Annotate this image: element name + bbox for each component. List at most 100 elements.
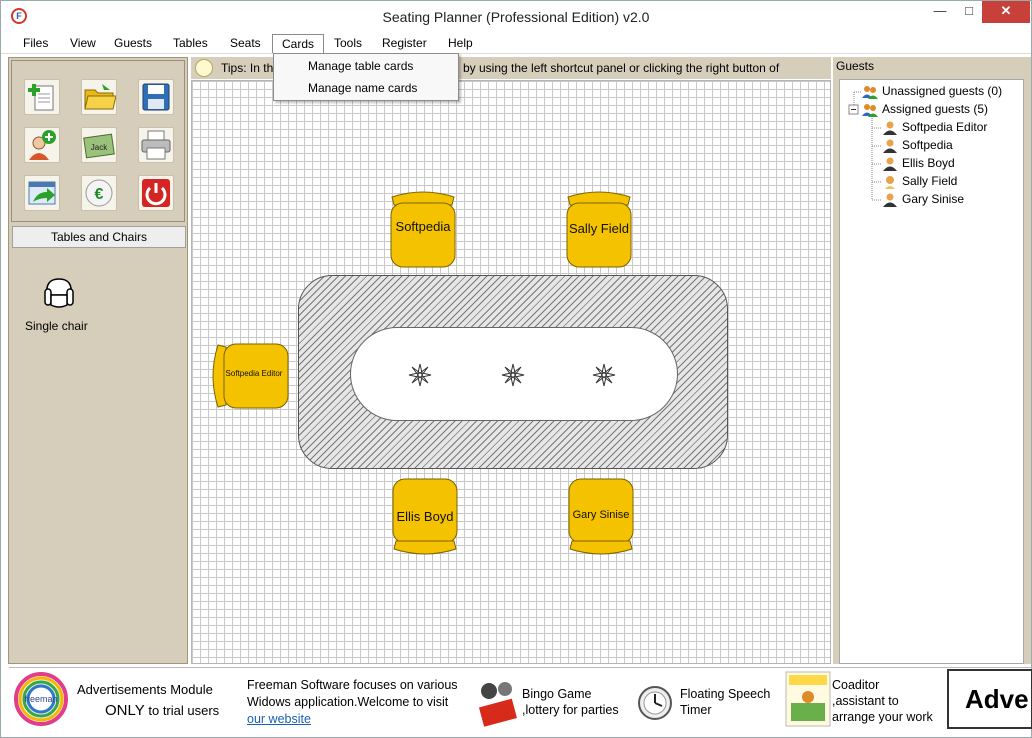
add-guest-button[interactable] <box>24 127 60 163</box>
group-icon <box>862 103 878 117</box>
menu-manage-name-cards[interactable]: Manage name cards <box>308 81 417 95</box>
ad-module-title: Advertisements Module <box>77 682 213 697</box>
person-female-icon <box>885 175 895 189</box>
ad-description: Freeman Software focuses on various Wido… <box>247 678 458 728</box>
shortcut-toolbox: Jack € <box>11 60 185 222</box>
ad-module-subtitle: ONLY to trial users <box>105 702 220 719</box>
guest-name: Gary Sinise <box>902 192 965 206</box>
table-decoration-icon <box>408 363 432 387</box>
single-chair-label[interactable]: Single chair <box>25 319 88 333</box>
tree-guest[interactable]: Softpedia Editor <box>882 120 987 135</box>
printer-icon <box>141 130 171 160</box>
exit-button[interactable] <box>138 175 174 211</box>
tips-text-end: by using the left shortcut panel or clic… <box>463 61 780 75</box>
menu-manage-table-cards[interactable]: Manage table cards <box>308 59 413 73</box>
chair-sally-field[interactable]: Sally Field <box>564 189 634 269</box>
menu-files[interactable]: Files <box>14 34 57 53</box>
open-file-button[interactable] <box>81 79 117 115</box>
print-button[interactable] <box>138 127 174 163</box>
ad-floating-speech-timer[interactable]: Floating Speech Timer <box>680 686 770 718</box>
guest-name: Softpedia Editor <box>902 120 988 134</box>
title-bar: F Seating Planner (Professional Edition)… <box>1 1 1031 32</box>
tree-group-unassigned[interactable]: Unassigned guests (0) <box>862 84 1002 99</box>
person-icon <box>883 121 897 135</box>
guest-name: Ellis Boyd <box>902 156 955 170</box>
guests-panel-header: Guests <box>836 59 875 73</box>
register-button[interactable]: € <box>81 175 117 211</box>
left-shortcut-panel: Jack € Tables and Chairs Single chair <box>8 57 188 664</box>
menu-seats[interactable]: Seats <box>221 34 270 53</box>
open-folder-icon <box>84 84 117 110</box>
chair-guest-name: Softpedia Editor <box>225 369 283 378</box>
window-title: Seating Planner (Professional Edition) v… <box>382 9 650 25</box>
name-tag-icon: Jack <box>83 133 115 159</box>
export-arrow-icon <box>28 181 56 205</box>
menu-tools[interactable]: Tools <box>325 34 371 53</box>
tree-guest[interactable]: Softpedia <box>882 138 953 153</box>
app-window: F Seating Planner (Professional Edition)… <box>0 0 1032 738</box>
euro-coin-icon: € <box>85 179 113 207</box>
tree-group-label: Assigned guests (5) <box>882 102 989 116</box>
tree-group-assigned[interactable]: Assigned guests (5) <box>862 102 988 117</box>
tree-guest[interactable]: Sally Field <box>882 174 957 189</box>
ad-coaditor[interactable]: Coaditor ,assistant to arrange your work <box>832 677 933 725</box>
guests-tree[interactable]: Unassigned guests (0) Assigned guests (5… <box>839 79 1024 664</box>
chair-palette: Single chair <box>11 251 185 661</box>
minimize-button[interactable]: — <box>923 1 957 23</box>
tips-text-start: Tips: In th <box>221 61 274 75</box>
floppy-disk-icon <box>142 83 170 111</box>
export-button[interactable] <box>24 175 60 211</box>
table-decoration-icon <box>592 363 616 387</box>
tree-guest[interactable]: Gary Sinise <box>882 192 964 207</box>
guest-name: Sally Field <box>902 174 958 188</box>
menu-cards[interactable]: Cards <box>272 34 325 53</box>
lightbulb-icon <box>195 59 213 77</box>
floating-timer-icon[interactable] <box>633 677 677 727</box>
freeman-logo-text: freeman <box>24 694 57 704</box>
chair-ellis-boyd[interactable]: Ellis Boyd <box>390 477 460 557</box>
person-icon <box>883 157 897 171</box>
close-button[interactable]: ✕ <box>982 1 1030 23</box>
menu-guests[interactable]: Guests <box>105 34 161 53</box>
new-document-icon <box>28 84 54 111</box>
euro-symbol: € <box>95 186 104 203</box>
power-icon <box>142 179 170 207</box>
chair-guest-name: Sally Field <box>569 221 629 236</box>
cards-dropdown-menu: Manage table cards Manage name cards <box>273 53 459 101</box>
freeman-logo-icon[interactable]: freeman <box>13 671 69 727</box>
maximize-button[interactable]: □ <box>957 1 981 23</box>
seating-canvas[interactable]: Softpedia Sally Field Softpedia Editor E… <box>191 80 831 664</box>
menu-help[interactable]: Help <box>439 34 482 53</box>
tables-and-chairs-header[interactable]: Tables and Chairs <box>12 226 186 248</box>
bingo-game-icon[interactable] <box>475 677 519 727</box>
chair-guest-name: Softpedia <box>395 219 451 234</box>
person-icon <box>883 193 897 207</box>
tree-group-label: Unassigned guests (0) <box>882 84 1003 98</box>
ad-bingo-game[interactable]: Bingo Game ,lottery for parties <box>522 686 619 718</box>
guest-name: Softpedia <box>902 138 953 152</box>
chair-guest-name: Ellis Boyd <box>396 509 454 524</box>
save-file-button[interactable] <box>138 79 174 115</box>
person-icon <box>883 139 897 153</box>
name-card-button[interactable]: Jack <box>81 127 117 163</box>
chair-gary-sinise[interactable]: Gary Sinise <box>566 477 636 557</box>
oval-table[interactable] <box>298 275 728 469</box>
advertisement-bar: freeman Advertisements Module ONLY to tr… <box>9 667 1032 737</box>
new-file-button[interactable] <box>24 79 60 115</box>
coaditor-icon[interactable] <box>785 671 831 727</box>
tree-guest[interactable]: Ellis Boyd <box>882 156 955 171</box>
single-chair-icon[interactable] <box>39 273 79 313</box>
our-website-link[interactable]: our website <box>247 711 458 728</box>
menu-view[interactable]: View <box>61 34 105 53</box>
jack-card-text: Jack <box>91 143 108 152</box>
chair-softpedia-editor[interactable]: Softpedia Editor <box>210 341 290 411</box>
menu-register[interactable]: Register <box>373 34 436 53</box>
menu-tables[interactable]: Tables <box>164 34 217 53</box>
advertisement-banner[interactable]: Adve <box>947 669 1032 729</box>
table-top <box>350 327 678 421</box>
menu-bar: Files View Guests Tables Seats Cards Too… <box>1 32 1031 54</box>
chair-softpedia[interactable]: Softpedia <box>388 189 458 269</box>
add-person-icon <box>29 130 56 160</box>
table-decoration-icon <box>501 363 525 387</box>
chair-guest-name: Gary Sinise <box>572 509 630 521</box>
